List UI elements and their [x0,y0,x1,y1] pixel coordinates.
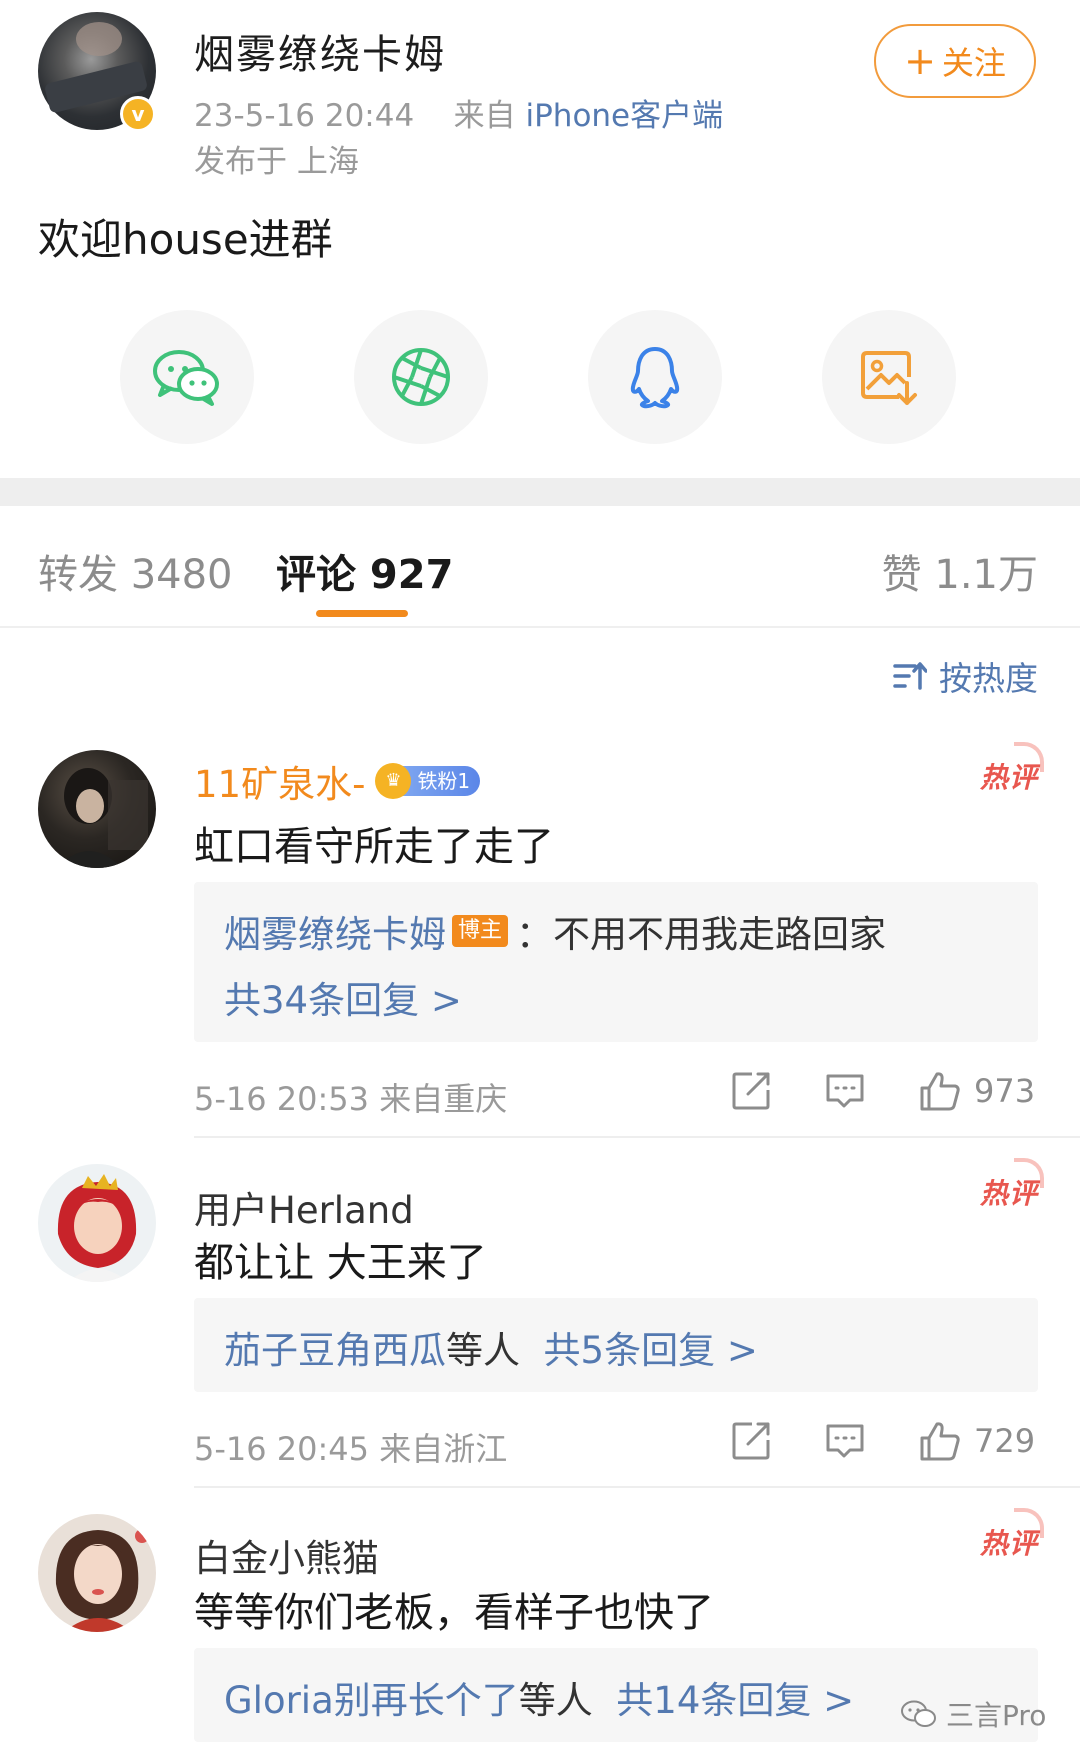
moments-icon [392,348,450,406]
commenter-name[interactable]: 11矿泉水- [194,754,365,808]
fan-badge[interactable]: ♛ 铁粉1 [375,763,481,799]
share-wechat-button[interactable] [120,310,254,444]
comment-reply-button[interactable] [824,1420,866,1462]
sort-label: 按热度 [939,659,1038,698]
qq-icon [630,347,680,409]
comment-text: 都让让 大王来了 [194,1240,487,1286]
verified-badge-icon: v [120,96,156,132]
active-tab-indicator [316,610,408,617]
share-qq-button[interactable] [588,310,722,444]
share-out-icon [732,1422,770,1460]
commenter-avatar[interactable] [38,750,156,868]
reply-users-suffix: 等人 [518,1679,593,1722]
share-out-icon [732,1072,770,1110]
save-image-button[interactable] [822,310,956,444]
interaction-tabs: 转发 3480 评论 927 赞 1.1万 [0,506,1080,628]
comment-share-button[interactable] [730,1070,772,1112]
reply-preview-box[interactable]: 茄子豆角西瓜 等人 共5条回复 > [194,1298,1038,1392]
like-count: 973 [974,1072,1036,1110]
comment-reply-button[interactable] [824,1070,866,1112]
wechat-icon [153,350,219,406]
post-timestamp: 23-5-16 20:44 [194,98,415,134]
comment-like-button[interactable]: 973 [918,1070,1035,1112]
thumbs-up-icon [920,1422,960,1461]
sort-icon [893,662,927,690]
author-badge: 博主 [452,915,509,947]
comment-time-location: 5-16 20:45 来自浙江 [194,1430,508,1468]
post-source-device[interactable]: iPhone客户端 [525,98,723,134]
avatar-illustration [55,1529,149,1632]
sort-by-hot-button[interactable]: 按热度 [893,652,1038,700]
follow-label: 关注 [941,44,1006,82]
share-row [0,310,1080,444]
commenter-avatar[interactable] [38,1514,156,1632]
reply-count-link[interactable]: 共14条回复 > [616,1670,854,1724]
commenter-name-row: 11矿泉水- ♛ 铁粉1 [194,754,481,808]
reply-users[interactable]: 茄子豆角西瓜 [224,1320,446,1374]
wechat-watermark-icon [901,1700,936,1727]
section-separator [0,478,1080,506]
commenter-name-row: 用户Herland [194,1180,414,1234]
fan-badge-label: 铁粉1 [401,766,481,796]
comment-footer: 5-16 20:53 来自重庆 973 [194,1070,1038,1120]
hot-comment-tag: 热评 [980,742,1045,796]
hot-comment-tag: 热评 [980,1158,1045,1212]
comment-bubble-icon [826,1074,864,1108]
reply-preview-line: Gloria别再长个了 等人 共14条回复 > [224,1670,854,1724]
reply-author-name[interactable]: 烟雾缭绕卡姆 [224,904,446,958]
tab-repost[interactable]: 转发 3480 [38,542,233,600]
reply-users-suffix: 等人 [446,1329,520,1372]
reply-count-line: 共34条回复 > [224,970,462,1024]
reply-count-link[interactable]: 共5条回复 > [544,1320,758,1374]
share-moments-button[interactable] [354,310,488,444]
plus-icon: + [904,39,936,83]
post-body-text: 欢迎house进群 [38,215,333,264]
commenter-avatar[interactable] [38,1164,156,1282]
comment-time-location: 5-16 20:53 来自重庆 [194,1080,508,1118]
watermark: 三言Pro [900,1694,1046,1734]
follow-button[interactable]: + 关注 [874,24,1036,98]
avatar-illustration [58,768,148,868]
comment-bubble-icon [826,1424,864,1458]
comment-share-button[interactable] [730,1420,772,1462]
comment-text: 等等你们老板，看样子也快了 [194,1590,714,1636]
hot-comment-tag: 热评 [980,1508,1045,1562]
post-card: v 烟雾缭绕卡姆 23-5-16 20:44 来自 iPhone客户端 发布于 … [0,0,1080,478]
reply-preview-line: 烟雾缭绕卡姆 博主 ：不用不用我走路回家 [224,904,886,958]
commenter-name[interactable]: 用户Herland [194,1180,414,1234]
comment-text: 虹口看守所走了走了 [194,824,554,870]
reply-users[interactable]: Gloria别再长个了 [224,1670,519,1724]
post-location: 发布于 上海 [194,144,359,180]
tab-comment[interactable]: 评论 927 [276,542,453,600]
tab-like[interactable]: 赞 1.1万 [882,542,1038,600]
comment-divider [194,1136,1080,1138]
comment-footer: 5-16 20:45 来自浙江 729 [194,1420,1038,1470]
avatar-illustration [57,1174,137,1282]
commenter-name-row: 白金小熊猫 [194,1528,379,1582]
post-source-prefix: 来自 [453,98,516,134]
reply-preview-box[interactable]: 烟雾缭绕卡姆 博主 ：不用不用我走路回家 共34条回复 > [194,882,1038,1042]
avatar-face-shape [76,22,122,56]
commenter-name[interactable]: 白金小熊猫 [194,1528,379,1582]
comment-like-button[interactable]: 729 [918,1420,1035,1462]
post-meta: 23-5-16 20:44 来自 iPhone客户端 [194,90,723,135]
reply-text: ：不用不用我走路回家 [516,913,887,956]
save-image-icon [861,351,917,405]
reply-count-link[interactable]: 共34条回复 > [224,970,462,1024]
reply-preview-line: 茄子豆角西瓜 等人 共5条回复 > [224,1320,758,1374]
comment-divider [194,1486,1080,1488]
like-count: 729 [974,1422,1036,1460]
author-name[interactable]: 烟雾缭绕卡姆 [194,22,446,80]
watermark-text: 三言Pro [946,1699,1047,1732]
thumbs-up-icon [920,1072,960,1111]
